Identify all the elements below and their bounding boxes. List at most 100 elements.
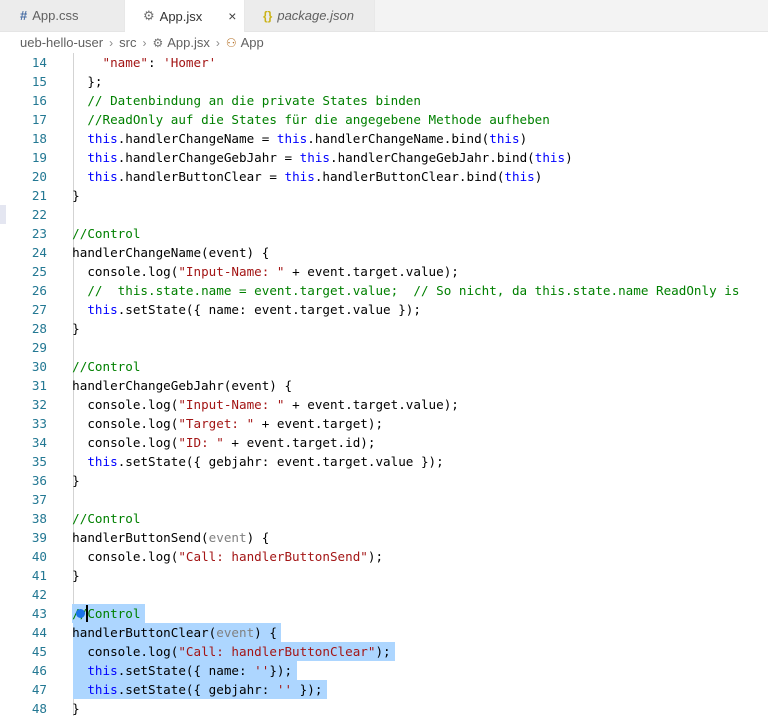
code-line[interactable]: 32 console.log("Input-Name: " + event.ta… [0,395,768,414]
tab-package-json[interactable]: {} package.json [245,0,375,31]
code-line[interactable]: 18 this.handlerChangeName = this.handler… [0,129,768,148]
css-file-icon: # [20,8,28,23]
code-text: } [57,701,80,716]
code-line[interactable]: 26 // this.state.name = event.target.val… [0,281,768,300]
code-line[interactable]: 17 //ReadOnly auf die States für die ang… [0,110,768,129]
react-file-icon: ⚙ [152,35,164,50]
code-line[interactable]: 36 } [0,471,768,490]
tab-label: App.jsx [159,8,203,24]
breadcrumb-folder-root[interactable]: ueb-hello-user [20,35,103,50]
react-file-icon: ⚙ [143,8,155,23]
code-line[interactable]: 40 console.log("Call: handlerButtonSend"… [0,547,768,566]
code-line[interactable]: 42 [0,585,768,604]
code-line[interactable]: 45 console.log("Call: handlerButtonClear… [0,642,768,661]
line-number: 40 [31,549,47,564]
code-line[interactable]: 43 //Control [0,604,768,623]
line-number: 48 [31,701,47,716]
code-line[interactable]: 24 handlerChangeName(event) { [0,243,768,262]
line-number: 27 [31,302,47,317]
breadcrumb-folder-src[interactable]: src [119,35,136,50]
code-text: handlerButtonSend(event) { [57,530,270,545]
code-line[interactable]: 46 this.setState({ name: ''}); [0,661,768,680]
code-text: //ReadOnly auf die States für die angege… [87,112,550,127]
line-number: 17 [31,112,47,127]
close-icon[interactable]: × [228,8,236,24]
code-text: this.handlerButtonClear = this.handlerBu… [87,169,543,184]
code-line[interactable]: 28 } [0,319,768,338]
line-number: 19 [31,150,47,165]
code-text: console.log("Call: handlerButtonSend"); [57,549,384,564]
code-text: } [57,473,80,488]
code-text: "name": 'Homer' [102,55,217,70]
json-file-icon: {} [263,8,273,23]
line-number: 46 [31,663,47,678]
code-line[interactable]: 44 handlerButtonClear(event) { [0,623,768,642]
chevron-right-icon: › [215,35,220,50]
line-number: 22 [31,207,47,222]
code-text: this.setState({ name: event.target.value… [87,302,421,317]
code-text: console.log("Input-Name: " + event.targe… [57,264,459,279]
code-text: //Control [72,511,141,526]
line-number: 25 [31,264,47,279]
line-number: 35 [31,454,47,469]
code-text: //Control [72,606,141,621]
code-line[interactable]: 23 //Control [0,224,768,243]
tab-app-jsx[interactable]: ⚙ App.jsx × [125,0,245,32]
breadcrumb: ueb-hello-user › src › ⚙ App.jsx › ⚇ App [0,32,768,53]
breadcrumb-file[interactable]: App.jsx [167,35,210,50]
code-text: } [57,188,80,203]
line-number: 33 [31,416,47,431]
code-text: this.handlerChangeName = this.handlerCha… [87,131,528,146]
code-text: handlerButtonClear(event) { [57,625,277,640]
editor-tab-bar: # App.css ⚙ App.jsx × {} package.json [0,0,768,32]
lightbulb-icon[interactable] [76,609,85,618]
line-number: 21 [31,188,47,203]
code-text: console.log("Input-Name: " + event.targe… [57,397,459,412]
code-line[interactable]: 33 console.log("Target: " + event.target… [0,414,768,433]
line-number: 28 [31,321,47,336]
code-line[interactable]: 39 handlerButtonSend(event) { [0,528,768,547]
tab-app-css[interactable]: # App.css [0,0,125,31]
code-line[interactable]: 15 }; [0,72,768,91]
code-text: //Control [72,359,141,374]
line-number: 44 [31,625,47,640]
code-line[interactable]: 30 //Control [0,357,768,376]
code-text: } [57,568,80,583]
code-line[interactable]: 38 //Control [0,509,768,528]
code-line[interactable]: 48 } [0,699,768,716]
code-editor[interactable]: 14 "name": 'Homer' 15 }; 16 // Datenbindun… [0,53,768,716]
code-line[interactable]: 19 this.handlerChangeGebJahr = this.hand… [0,148,768,167]
code-line[interactable]: 41 } [0,566,768,585]
code-text: this.setState({ name: ''}); [87,663,293,678]
code-line[interactable]: 20 this.handlerButtonClear = this.handle… [0,167,768,186]
line-number: 29 [31,340,47,355]
line-number: 39 [31,530,47,545]
code-line[interactable]: 22 [0,205,768,224]
code-line[interactable]: 16 // Datenbindung an die private States… [0,91,768,110]
code-line[interactable]: 29 [0,338,768,357]
chevron-right-icon: › [142,35,147,50]
line-number: 38 [31,511,47,526]
line-number: 15 [31,74,47,89]
line-number: 43 [31,606,47,621]
code-line[interactable]: 37 [0,490,768,509]
code-line[interactable]: 47 this.setState({ gebjahr: '' }); [0,680,768,699]
line-number: 42 [31,587,47,602]
line-number: 41 [31,568,47,583]
code-line[interactable]: 21 } [0,186,768,205]
code-line[interactable]: 31 handlerChangeGebJahr(event) { [0,376,768,395]
line-number: 34 [31,435,47,450]
code-text: console.log("ID: " + event.target.id); [57,435,376,450]
code-text: handlerChangeGebJahr(event) { [57,378,293,393]
breadcrumb-symbol[interactable]: App [241,35,264,50]
line-number: 31 [31,378,47,393]
line-number: 23 [31,226,47,241]
code-text: // Datenbindung an die private States bi… [87,93,421,108]
code-line[interactable]: 35 this.setState({ gebjahr: event.target… [0,452,768,471]
code-line[interactable]: 14 "name": 'Homer' [0,53,768,72]
line-number: 36 [31,473,47,488]
code-line[interactable]: 25 console.log("Input-Name: " + event.ta… [0,262,768,281]
code-text: // this.state.name = event.target.value;… [87,283,740,298]
code-line[interactable]: 34 console.log("ID: " + event.target.id)… [0,433,768,452]
code-line[interactable]: 27 this.setState({ name: event.target.va… [0,300,768,319]
